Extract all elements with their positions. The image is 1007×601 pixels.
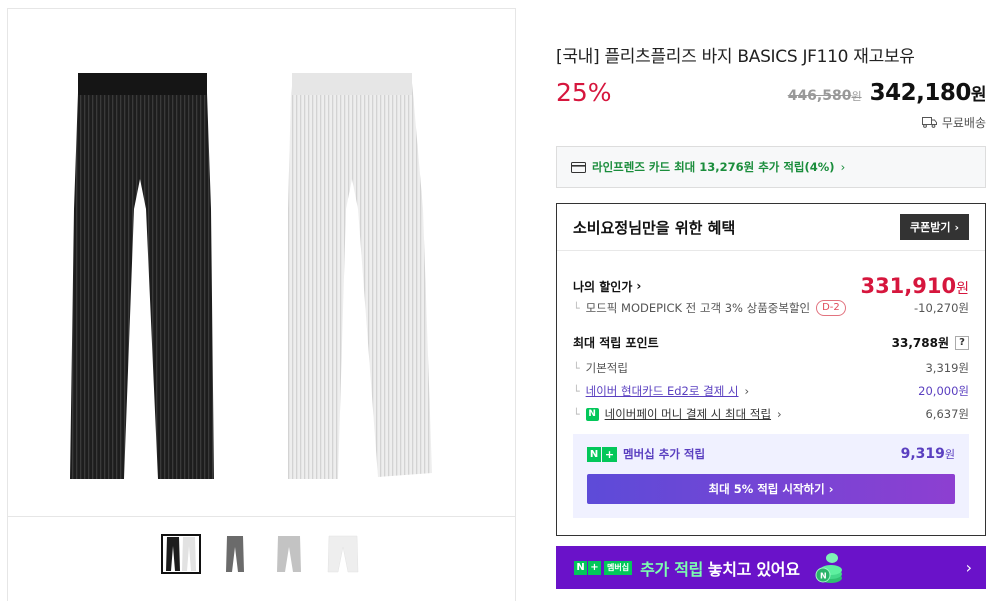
naver-plus-icon: N + — [587, 446, 617, 462]
points-label: 최대 적립 포인트 — [573, 336, 659, 350]
npay-link[interactable]: 네이버페이 머니 결제 시 최대 적립 — [605, 406, 771, 422]
membership-box: N + 멤버십 추가 적립 9,319원 최대 5% 적립 시작하기 › — [573, 434, 969, 518]
price-row: 446,580원 342,180원 — [787, 80, 987, 106]
banner-text: 추가 적립 놓치고 있어요 — [640, 559, 800, 579]
shipping-label: 무료배송 — [941, 116, 986, 130]
start-membership-button[interactable]: 최대 5% 적립 시작하기 › — [587, 474, 955, 504]
card-promo-text: 라인프렌즈 카드 최대 13,276원 추가 적립(4%) — [592, 160, 835, 174]
coupon-button-label: 쿠폰받기 — [909, 221, 951, 234]
base-points-label: 기본적립 — [585, 361, 628, 375]
start-membership-label: 최대 5% 적립 시작하기 — [708, 482, 825, 496]
discount-rate: 25% — [556, 78, 612, 107]
sale-price: 342,180원 — [869, 80, 987, 106]
points-value: 33,788원 — [891, 336, 949, 350]
points-row: 최대 적립 포인트 33,788원? — [573, 334, 969, 351]
product-info: [국내] 플리츠플리즈 바지 BASICS JF110 재고보유 25% 446… — [556, 0, 987, 601]
discount-detail-label: 모드픽 MODEPICK 전 고객 3% 상품중복할인 — [585, 301, 811, 315]
coin-stack-icon: N — [815, 552, 842, 583]
shipping-info: 무료배송 — [921, 114, 986, 131]
discount-detail-value: -10,270원 — [914, 301, 969, 315]
main-product-image[interactable] — [8, 9, 515, 517]
product-title: [국내] 플리츠플리즈 바지 BASICS JF110 재고보유 — [556, 47, 915, 67]
chevron-right-icon: › — [954, 220, 959, 234]
my-price-label[interactable]: 나의 할인가 › — [573, 278, 641, 295]
npay-icon: N — [585, 407, 599, 421]
base-points-value: 3,319원 — [925, 361, 969, 375]
thumbnail-black-white[interactable] — [160, 534, 201, 574]
elbow-icon: └ — [573, 301, 580, 315]
credit-card-icon — [571, 161, 586, 173]
elbow-icon: └ — [573, 361, 580, 375]
chevron-right-icon: › — [965, 558, 972, 577]
chevron-right-icon: › — [777, 407, 782, 421]
base-points-row: └ 기본적립 3,319원 — [573, 360, 969, 376]
help-icon[interactable]: ? — [955, 335, 969, 350]
elbow-icon: └ — [573, 384, 580, 398]
product-gallery — [7, 8, 516, 601]
d-day-badge: D-2 — [816, 300, 846, 316]
discount-detail-row: └ 모드픽 MODEPICK 전 고객 3% 상품중복할인 D-2 -10,270원 — [573, 300, 969, 316]
svg-text:N: N — [820, 571, 827, 580]
benefit-header: 소비요정님만을 위한 혜택 쿠폰받기 › — [557, 204, 985, 251]
chevron-right-icon: › — [828, 482, 834, 496]
truck-icon — [921, 117, 937, 128]
black-pants-image — [70, 73, 214, 479]
naver-card-row: └ 네이버 현대카드 Ed2로 결제 시 › 20,000원 — [573, 383, 969, 399]
benefit-panel: 소비요정님만을 위한 혜택 쿠폰받기 › 나의 할인가 › 331,910원 └ 모… — [556, 203, 986, 536]
chevron-right-icon: › — [744, 384, 750, 398]
membership-banner[interactable]: N + 멤버십 추가 적립 놓치고 있어요 N › — [556, 546, 986, 589]
npay-row: └ N 네이버페이 머니 결제 시 최대 적립 › 6,637원 — [573, 406, 969, 422]
benefit-title: 소비요정님만을 위한 혜택 — [573, 218, 736, 237]
chevron-right-icon: › — [840, 160, 846, 174]
thumbnail-darkgray[interactable] — [215, 534, 255, 574]
card-promo[interactable]: 라인프렌즈 카드 최대 13,276원 추가 적립(4%) › — [556, 146, 986, 188]
npay-value: 6,637원 — [925, 407, 969, 421]
coupon-button[interactable]: 쿠폰받기 › — [899, 214, 969, 240]
naver-card-value: 20,000원 — [918, 384, 969, 398]
thumbnail-strip — [8, 518, 515, 601]
original-price: 446,580원 — [787, 88, 862, 104]
membership-label: 멤버십 추가 적립 — [623, 447, 706, 461]
elbow-icon: └ — [573, 407, 580, 421]
thumbnail-white[interactable] — [323, 534, 363, 574]
white-pants-image — [288, 73, 432, 479]
naver-card-link[interactable]: 네이버 현대카드 Ed2로 결제 시 — [586, 383, 739, 399]
thumbnail-lightgray[interactable] — [269, 534, 309, 574]
my-price-row: 나의 할인가 › 331,910원 — [573, 274, 969, 298]
my-price-value: 331,910원 — [860, 274, 969, 298]
naver-membership-badge: N + 멤버십 — [574, 560, 633, 575]
chevron-right-icon: › — [636, 279, 642, 293]
membership-value: 9,319원 — [900, 446, 955, 462]
